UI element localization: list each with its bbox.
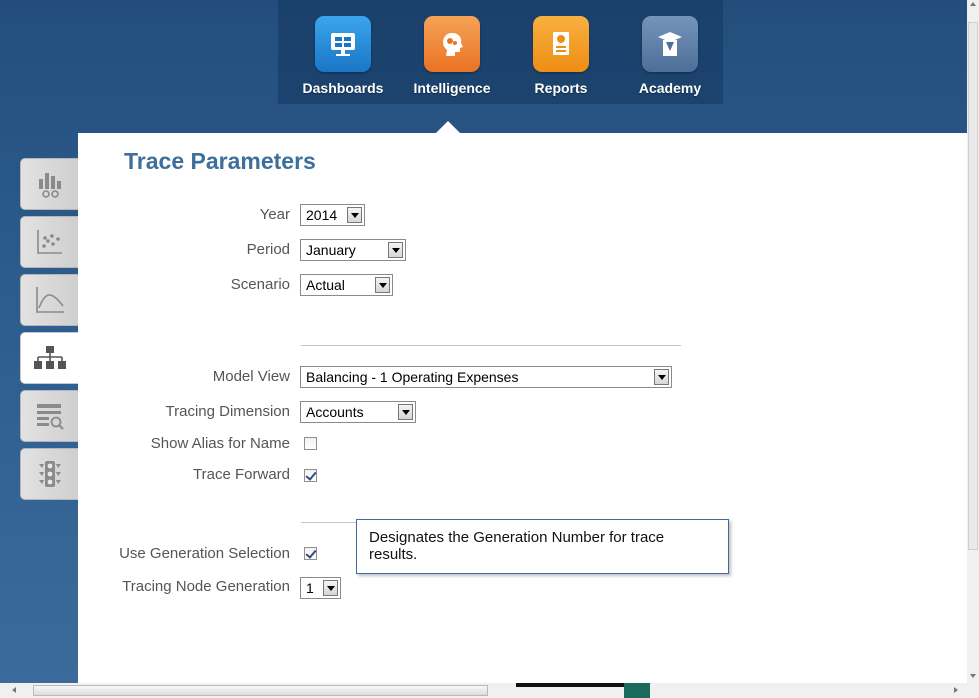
page-title: Trace Parameters (124, 148, 316, 174)
nav-dashboards-label: Dashboards (302, 80, 384, 96)
reports-document-icon (533, 16, 589, 72)
model-view-value: Balancing - 1 Operating Expenses (306, 369, 519, 385)
scroll-track-indicator-accent (624, 683, 650, 698)
active-nav-pointer (436, 121, 460, 133)
report-search-icon (36, 404, 64, 430)
vertical-scrollbar[interactable] (967, 0, 979, 683)
chevron-down-icon[interactable] (347, 207, 362, 223)
nav-academy-label: Academy (638, 80, 702, 96)
chevron-down-icon[interactable] (375, 277, 390, 293)
section-divider (301, 522, 361, 523)
hierarchy-icon (33, 346, 66, 369)
use-generation-label: Use Generation Selection (119, 545, 290, 562)
scenario-value: Actual (306, 277, 345, 293)
scroll-right-icon[interactable] (954, 687, 958, 693)
show-alias-label: Show Alias for Name (150, 435, 290, 452)
intelligence-head-icon (424, 16, 480, 72)
scroll-up-icon[interactable] (970, 2, 976, 6)
side-tab-hierarchy[interactable] (20, 332, 78, 384)
nav-intelligence[interactable]: Intelligence (407, 16, 497, 96)
scenario-select[interactable]: Actual (300, 274, 393, 296)
horizontal-scroll-thumb[interactable] (33, 685, 488, 696)
chevron-down-icon[interactable] (654, 369, 669, 385)
section-divider (301, 345, 681, 346)
side-tab-scatter[interactable] (20, 216, 78, 268)
trace-forward-label: Trace Forward (193, 466, 290, 483)
period-select[interactable]: January (300, 239, 406, 261)
horizontal-scrollbar[interactable] (0, 683, 979, 698)
trace-forward-checkbox[interactable] (304, 469, 317, 482)
traffic-light-icon (38, 461, 61, 487)
nav-intelligence-label: Intelligence (413, 80, 491, 96)
scenario-label: Scenario (230, 276, 290, 293)
scroll-left-icon[interactable] (12, 687, 16, 693)
academy-graduate-icon (642, 16, 698, 72)
chevron-down-icon[interactable] (398, 404, 413, 420)
side-tab-bar-chart[interactable] (20, 158, 78, 210)
model-view-select[interactable]: Balancing - 1 Operating Expenses (300, 366, 672, 388)
tracing-node-generation-value: 1 (306, 580, 314, 596)
side-tab-report-search[interactable] (20, 390, 78, 442)
show-alias-checkbox[interactable] (304, 437, 317, 450)
vertical-scroll-thumb[interactable] (968, 22, 978, 550)
period-label: Period (246, 241, 290, 258)
use-generation-checkbox[interactable] (304, 547, 317, 560)
nav-reports[interactable]: Reports (516, 16, 606, 96)
chevron-down-icon[interactable] (388, 242, 403, 258)
year-label: Year (259, 206, 290, 223)
nav-reports-label: Reports (534, 80, 588, 96)
model-view-label: Model View (212, 368, 290, 385)
year-select[interactable]: 2014 (300, 204, 365, 226)
tracing-node-generation-select[interactable]: 1 (300, 577, 341, 599)
tracing-dimension-select[interactable]: Accounts (300, 401, 416, 423)
bar-chart-glasses-icon (38, 173, 61, 198)
nav-dashboards[interactable]: Dashboards (298, 16, 388, 96)
scatter-plot-icon (36, 230, 62, 254)
top-navigation: Dashboards Intelligence Reports Academy (278, 0, 723, 104)
scroll-down-icon[interactable] (970, 674, 976, 678)
nav-academy[interactable]: Academy (625, 16, 715, 96)
tracing-node-generation-label: Tracing Node Generation (122, 578, 290, 595)
line-curve-icon (35, 287, 64, 313)
year-value: 2014 (306, 207, 338, 223)
tracing-dimension-value: Accounts (306, 404, 364, 420)
generation-tooltip: Designates the Generation Number for tra… (356, 519, 729, 574)
side-tab-line[interactable] (20, 274, 78, 326)
side-tab-traffic-light[interactable] (20, 448, 78, 500)
tracing-dimension-label: Tracing Dimension (165, 403, 291, 420)
dashboard-monitor-icon (315, 16, 371, 72)
period-value: January (306, 242, 356, 258)
chevron-down-icon[interactable] (323, 580, 338, 596)
